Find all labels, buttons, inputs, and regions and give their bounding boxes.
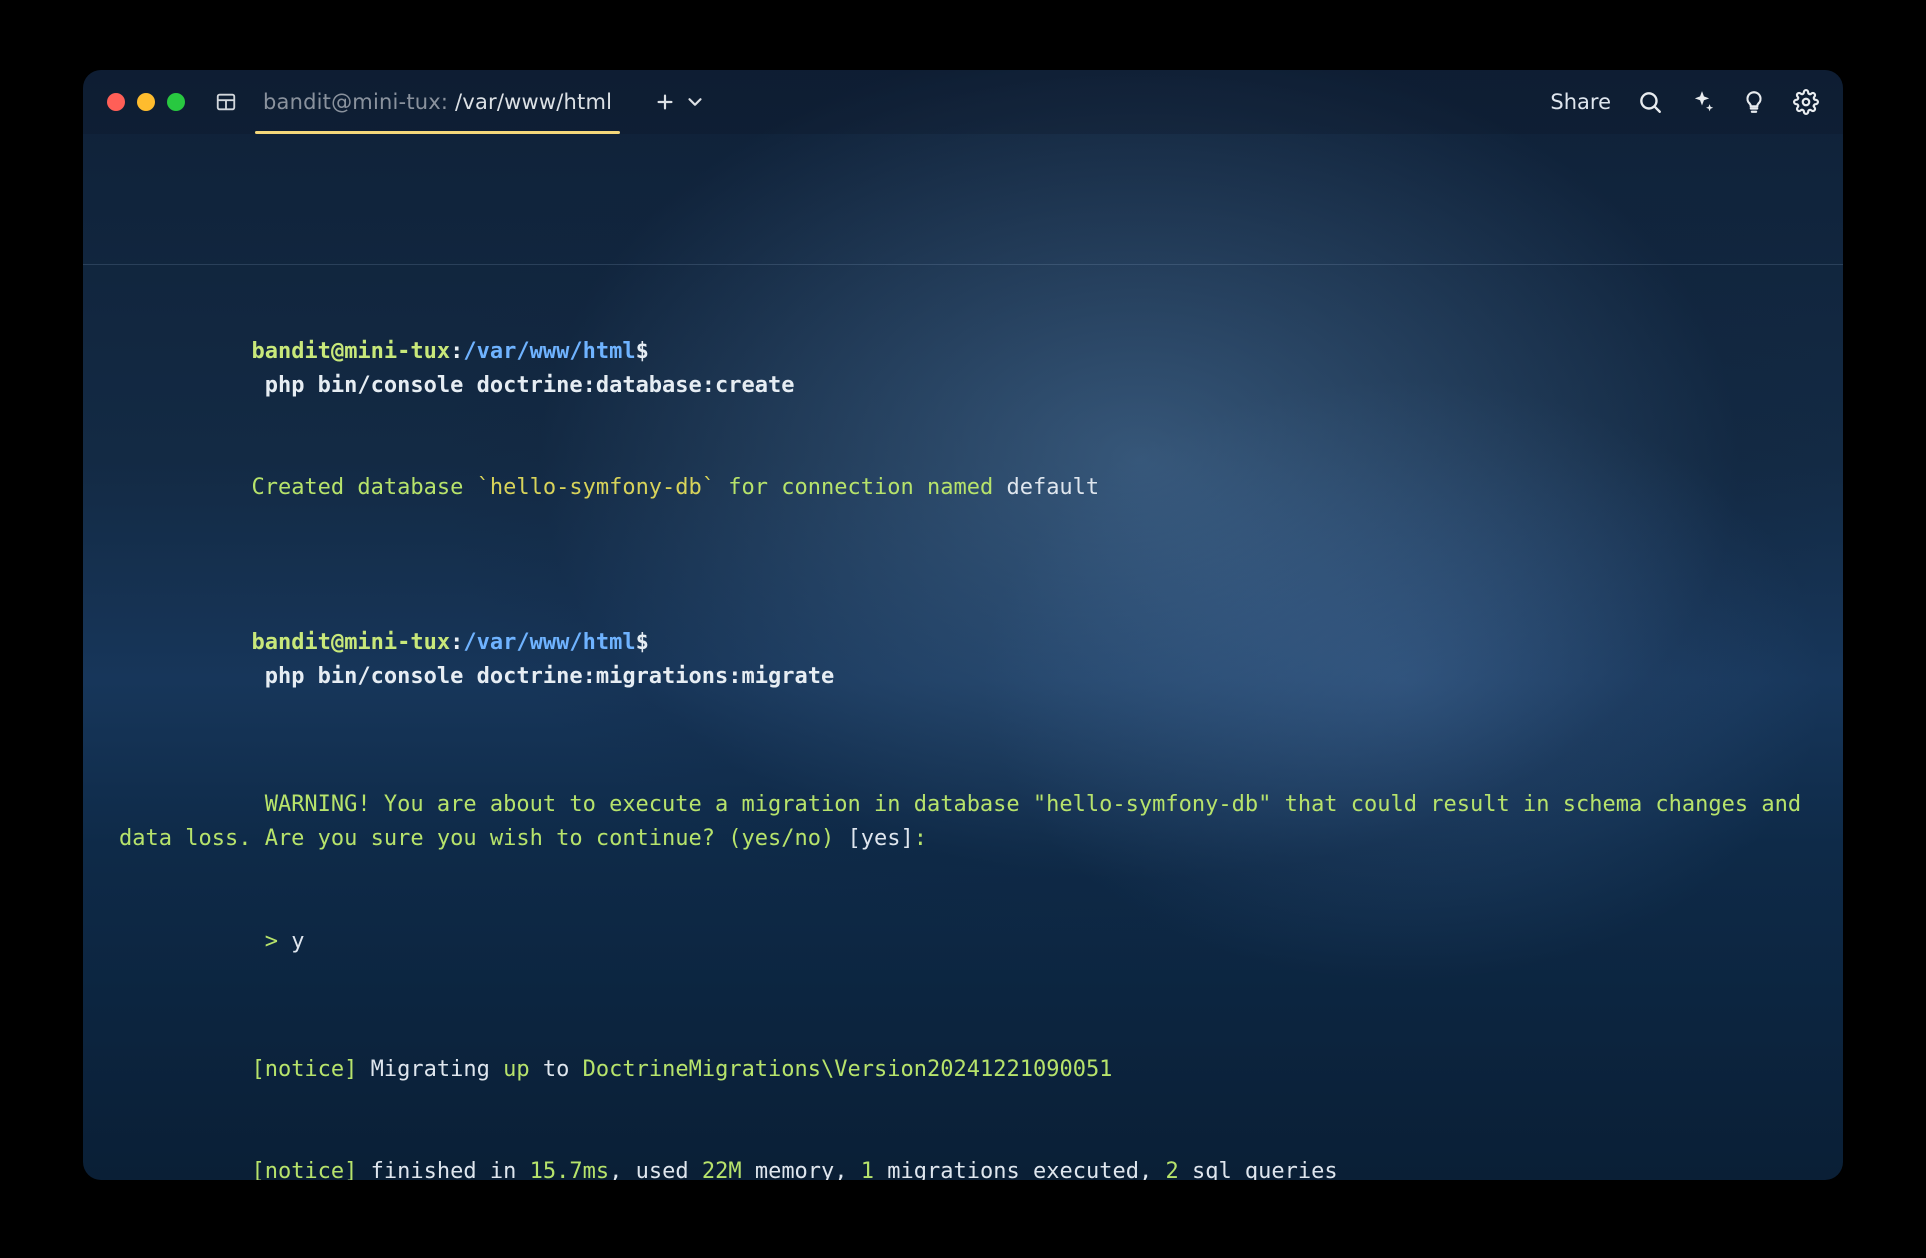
output-line: [notice] finished in 15.7ms, used 22M me… bbox=[119, 1121, 1807, 1180]
search-icon[interactable] bbox=[1637, 89, 1663, 115]
minimize-window-button[interactable] bbox=[137, 93, 155, 111]
output-line: [notice] Migrating up to DoctrineMigrati… bbox=[119, 1019, 1807, 1121]
output-line: > y bbox=[119, 890, 1807, 992]
titlebar-actions: Share bbox=[1550, 89, 1819, 115]
tab-underline bbox=[255, 131, 620, 134]
output-line: Created database `hello-symfony-db` for … bbox=[119, 437, 1807, 539]
share-button[interactable]: Share bbox=[1550, 90, 1611, 114]
close-window-button[interactable] bbox=[107, 93, 125, 111]
sparkle-icon[interactable] bbox=[1689, 89, 1715, 115]
new-tab-button[interactable] bbox=[654, 91, 676, 113]
command-text: php bin/console doctrine:database:create bbox=[251, 373, 794, 398]
panes-icon[interactable] bbox=[215, 91, 237, 113]
tab-title: bandit@mini-tux: /var/www/html bbox=[263, 90, 612, 114]
lightbulb-icon[interactable] bbox=[1741, 89, 1767, 115]
output-line: WARNING! You are about to execute a migr… bbox=[119, 754, 1807, 890]
terminal-viewport[interactable]: bandit@mini-tux:/var/www/html$ php bin/c… bbox=[83, 264, 1843, 1180]
tab-menu-chevron-icon[interactable] bbox=[684, 91, 706, 113]
command-text: php bin/console doctrine:migrations:migr… bbox=[251, 664, 834, 689]
command-block: bandit@mini-tux:/var/www/html$ php bin/c… bbox=[83, 264, 1843, 1180]
settings-gear-icon[interactable] bbox=[1793, 89, 1819, 115]
zoom-window-button[interactable] bbox=[167, 93, 185, 111]
titlebar: bandit@mini-tux: /var/www/html Share bbox=[83, 70, 1843, 134]
tab-active[interactable]: bandit@mini-tux: /var/www/html bbox=[255, 70, 620, 134]
prompt-line: bandit@mini-tux:/var/www/html$ php bin/c… bbox=[119, 301, 1807, 437]
window-controls bbox=[107, 93, 185, 111]
prompt-line: bandit@mini-tux:/var/www/html$ php bin/c… bbox=[119, 592, 1807, 728]
scrollback: bandit@mini-tux:/var/www/html$ php bin/c… bbox=[83, 264, 1843, 1180]
terminal-window: bandit@mini-tux: /var/www/html Share bbox=[83, 70, 1843, 1180]
